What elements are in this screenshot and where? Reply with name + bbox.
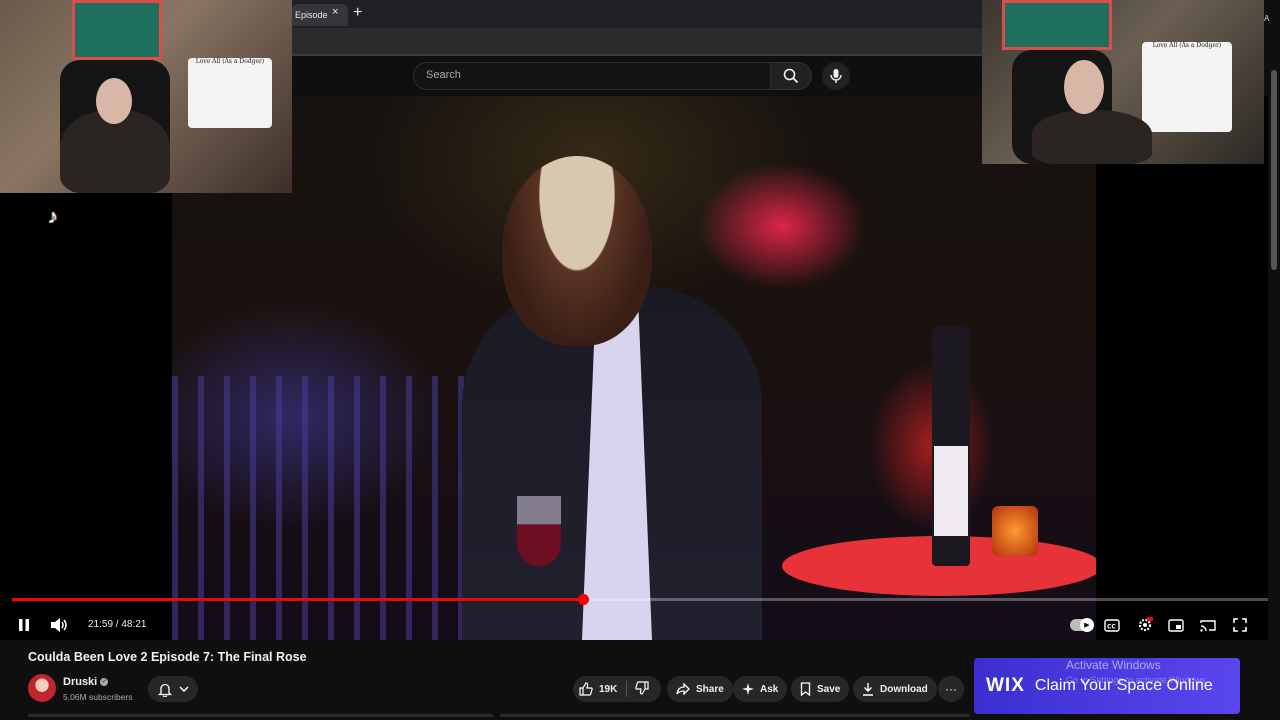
framed-shirt: Love All (As a Dodger) xyxy=(188,58,272,128)
video-frame[interactable] xyxy=(172,96,1096,640)
avatar[interactable] xyxy=(28,674,56,702)
bookmark-icon xyxy=(800,682,811,696)
scene-person-head xyxy=(502,156,652,346)
scrollbar-thumb[interactable] xyxy=(1271,70,1277,270)
scene-candle xyxy=(992,506,1038,556)
download-button[interactable]: Download xyxy=(853,676,937,702)
scene-wine-glass xyxy=(517,496,561,566)
thumbs-down-icon xyxy=(635,681,649,695)
more-actions-button[interactable]: ··· xyxy=(938,676,964,702)
progress-bar[interactable] xyxy=(12,594,1268,605)
share-icon xyxy=(676,683,690,695)
svg-text:CC: CC xyxy=(1107,623,1116,630)
description-box-edge xyxy=(28,714,493,717)
miniplayer-icon xyxy=(1168,618,1184,632)
sparkle-icon xyxy=(742,683,754,695)
volume-button[interactable] xyxy=(48,614,70,636)
streamer-face xyxy=(1064,60,1104,114)
tab-title: Episode xyxy=(295,10,328,20)
dislike-button[interactable] xyxy=(635,681,649,700)
framed-shirt: Love All (As a Dodger) xyxy=(1142,42,1232,132)
like-button[interactable]: 19K xyxy=(579,676,617,702)
voice-search-button[interactable] xyxy=(822,62,850,90)
search-button[interactable] xyxy=(770,62,812,90)
streamer-body xyxy=(1032,110,1152,164)
streamer-face xyxy=(96,78,132,124)
framed-shirt-text: Love All (As a Dodger) xyxy=(1152,42,1222,49)
activate-windows-subtext: Go to Settings to activate Windows. xyxy=(1066,675,1209,685)
browser-tab-strip: Episode × + xyxy=(292,0,982,28)
wix-logo: WIX xyxy=(986,675,1025,696)
autoplay-knob: ▶ xyxy=(1080,618,1094,632)
new-tab-button[interactable]: + xyxy=(353,3,362,23)
like-dislike-group: 19K xyxy=(573,676,661,702)
pause-icon xyxy=(19,619,29,631)
page-scrollbar[interactable] xyxy=(1268,30,1280,720)
autoplay-toggle[interactable]: ▶ xyxy=(1070,618,1094,632)
cast-button[interactable] xyxy=(1198,614,1218,636)
video-title: Coulda Been Love 2 Episode 7: The Final … xyxy=(28,650,307,664)
bell-icon xyxy=(157,683,172,697)
wall-poster xyxy=(72,0,162,60)
mic-icon xyxy=(830,69,842,83)
like-divider xyxy=(626,681,627,697)
player-controls: 21:59 / 48:21 ▶ CC xyxy=(0,610,1280,640)
save-label: Save xyxy=(817,683,841,695)
search-input[interactable]: Search xyxy=(413,62,771,90)
time-display: 21:59 / 48:21 xyxy=(88,619,147,630)
gear-icon xyxy=(1138,617,1153,632)
fullscreen-button[interactable] xyxy=(1230,614,1250,636)
browser-tab[interactable]: Episode × xyxy=(292,4,348,26)
verified-icon: ✓ xyxy=(100,678,109,687)
webcam-overlay-left: Love All (As a Dodger) xyxy=(0,0,292,193)
ask-button[interactable]: Ask xyxy=(733,676,788,702)
address-bar[interactable] xyxy=(292,28,982,56)
cast-icon xyxy=(1200,619,1216,632)
captions-icon: CC xyxy=(1104,618,1120,632)
scene-bottle-label xyxy=(934,446,968,536)
fullscreen-icon xyxy=(1233,618,1247,632)
close-tab-icon[interactable]: × xyxy=(332,6,338,18)
framed-shirt-text: Love All (As a Dodger) xyxy=(195,58,265,65)
chevron-down-icon xyxy=(178,686,189,693)
activate-windows-watermark: Activate Windows xyxy=(1066,658,1161,672)
progress-fill xyxy=(12,598,584,601)
notification-bell-button[interactable] xyxy=(148,676,198,702)
volume-icon xyxy=(51,618,67,632)
tiktok-icon: ♪ xyxy=(48,206,58,228)
captions-button[interactable]: CC xyxy=(1102,614,1122,636)
ask-label: Ask xyxy=(760,683,779,695)
subscriber-count: 5.06M subscribers xyxy=(63,692,133,702)
webcam-overlay-right: Love All (As a Dodger) xyxy=(982,0,1264,164)
download-label: Download xyxy=(880,683,928,695)
comments-box-edge xyxy=(500,714,970,717)
channel-name-text: Druski xyxy=(63,676,98,688)
save-button[interactable]: Save xyxy=(791,676,850,702)
wall-poster xyxy=(1002,0,1112,50)
settings-button[interactable] xyxy=(1134,614,1156,636)
search-icon xyxy=(783,68,799,84)
side-edge-text: A xyxy=(1264,14,1270,23)
channel-name[interactable]: Druski ✓ xyxy=(63,676,109,688)
youtube-header: Search xyxy=(292,56,982,96)
share-label: Share xyxy=(696,683,724,695)
pause-button[interactable] xyxy=(14,614,34,636)
share-button[interactable]: Share xyxy=(667,676,733,702)
miniplayer-button[interactable] xyxy=(1166,614,1186,636)
like-count: 19K xyxy=(599,683,618,695)
thumbs-up-icon xyxy=(579,682,593,696)
download-icon xyxy=(863,683,873,696)
